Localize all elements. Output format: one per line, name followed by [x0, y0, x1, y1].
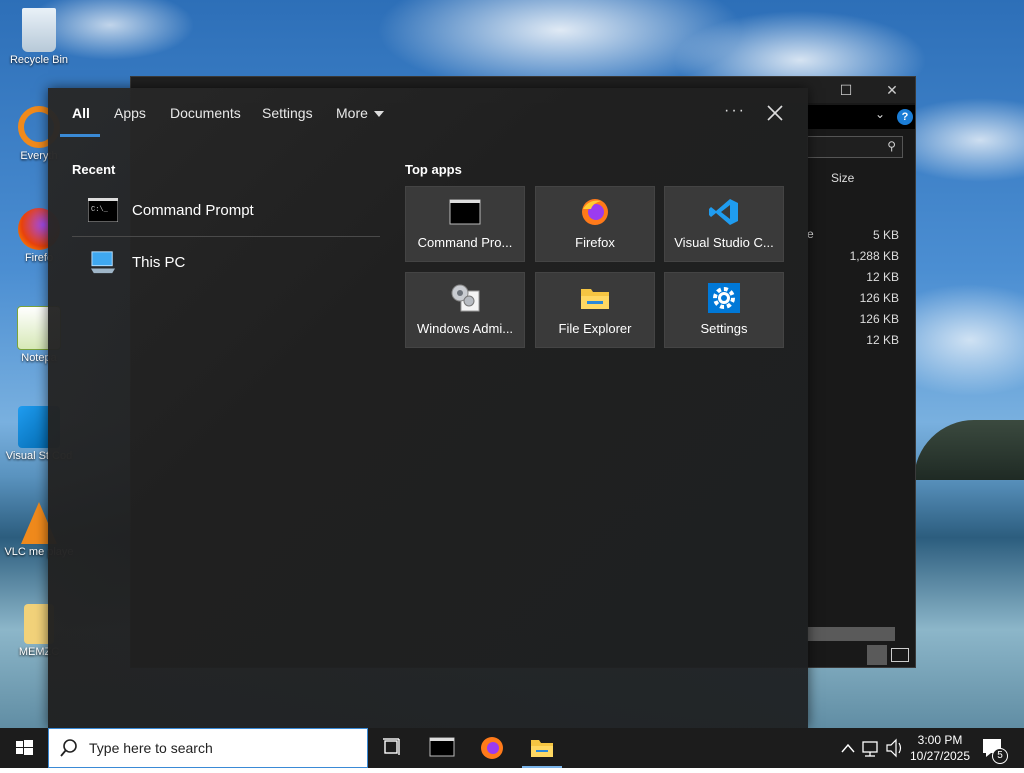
volume-icon[interactable] [884, 728, 906, 768]
taskbar: Type here to search 3:00 PM 10/27/2025 5 [0, 728, 1024, 768]
view-toggle-buttons[interactable] [867, 645, 913, 665]
settings-gear-icon [708, 283, 740, 313]
tab-more[interactable]: More [336, 105, 384, 121]
top-apps-section-title: Top apps [405, 162, 462, 177]
clock-time: 3:00 PM [917, 733, 963, 747]
file-explorer-icon [581, 289, 609, 309]
tab-more-label: More [336, 105, 368, 121]
file-size: 126 KB [859, 291, 899, 305]
file-size: 1,288 KB [849, 249, 899, 263]
large-icons-view-icon[interactable] [891, 648, 909, 662]
network-icon[interactable] [860, 728, 882, 768]
desktop-icon-label: Recycle Bin [9, 54, 69, 66]
recent-item-label: Command Prompt [132, 202, 254, 219]
size-column: 5 KB 1,288 KB 12 KB 126 KB 126 KB 12 KB [811, 225, 899, 351]
size-column-header[interactable]: Size [831, 171, 854, 185]
taskbar-clock[interactable]: 3:00 PM 10/27/2025 [904, 732, 976, 764]
maximize-button[interactable]: ☐ [823, 77, 869, 103]
tab-settings[interactable]: Settings [262, 105, 313, 121]
horizontal-scrollbar[interactable] [807, 627, 895, 641]
file-size: 12 KB [866, 333, 899, 347]
recent-divider [72, 236, 380, 237]
file-size: 5 KB [872, 228, 899, 242]
command-prompt-icon [449, 199, 481, 225]
tab-documents[interactable]: Documents [170, 105, 241, 121]
chevron-down-icon [373, 111, 384, 118]
search-placeholder: Type here to search [89, 740, 213, 756]
close-icon[interactable] [762, 100, 788, 126]
vscode-icon [709, 199, 738, 225]
recycle-bin-icon [22, 8, 56, 52]
close-button[interactable]: ✕ [869, 77, 915, 103]
search-icon [60, 739, 77, 757]
tile-label: File Explorer [558, 321, 632, 336]
more-options-button[interactable]: ··· [724, 102, 746, 120]
recent-section-title: Recent [72, 162, 116, 177]
tab-apps[interactable]: Apps [114, 105, 146, 121]
taskbar-file-explorer-button[interactable] [518, 728, 566, 768]
search-icon: ⚲ [887, 139, 896, 153]
recent-item-label: This PC [132, 254, 186, 271]
desktop-icon-recycle-bin[interactable]: Recycle Bin [2, 8, 76, 66]
task-view-icon[interactable] [368, 728, 416, 768]
search-scope-tabs: All Apps Documents Settings More ··· [48, 88, 808, 138]
windows-start-icon[interactable] [0, 728, 48, 768]
recent-item-command-prompt[interactable]: C:\_ Command Prompt [72, 186, 380, 236]
help-icon[interactable]: ? [897, 109, 913, 125]
tile-label: Settings [700, 321, 748, 336]
top-app-tile-file-explorer[interactable]: File Explorer [535, 272, 655, 348]
top-app-tile-windows-admin[interactable]: Windows Admi... [405, 272, 525, 348]
file-size: 12 KB [866, 270, 899, 284]
tile-label: Windows Admi... [416, 321, 514, 336]
tab-all[interactable]: All [72, 105, 90, 121]
tile-label: Visual Studio C... [674, 235, 774, 250]
command-prompt-icon: C:\_ [88, 198, 118, 222]
tile-label: Firefox [575, 235, 615, 250]
taskbar-firefox-icon[interactable] [468, 728, 516, 768]
file-explorer-icon [531, 740, 553, 757]
top-app-tile-firefox[interactable]: Firefox [535, 186, 655, 262]
file-size: 126 KB [859, 312, 899, 326]
notification-center-button[interactable]: 5 [980, 736, 1010, 764]
admin-tools-icon [451, 284, 480, 312]
top-app-tile-settings[interactable]: Settings [664, 272, 784, 348]
top-app-tile-vscode[interactable]: Visual Studio C... [664, 186, 784, 262]
tile-label: Command Pro... [417, 235, 513, 250]
firefox-icon [582, 199, 608, 225]
search-panel: All Apps Documents Settings More ··· Rec… [48, 88, 808, 728]
taskbar-search-input[interactable]: Type here to search [48, 728, 368, 768]
notification-count-badge: 5 [992, 748, 1008, 764]
taskbar-command-prompt-icon[interactable] [418, 728, 466, 768]
recent-item-this-pc[interactable]: This PC [72, 238, 380, 288]
this-pc-icon [91, 251, 115, 274]
explorer-search-input[interactable]: ⚲ [807, 136, 903, 158]
ribbon-expand-chevron-icon[interactable]: ⌄ [875, 107, 885, 121]
details-view-icon[interactable] [867, 645, 887, 665]
svg-text:C:\_: C:\_ [91, 206, 109, 214]
active-tab-indicator [60, 134, 100, 137]
chevron-up-icon[interactable] [838, 728, 858, 768]
clock-date: 10/27/2025 [909, 749, 971, 763]
top-app-tile-command-prompt[interactable]: Command Pro... [405, 186, 525, 262]
